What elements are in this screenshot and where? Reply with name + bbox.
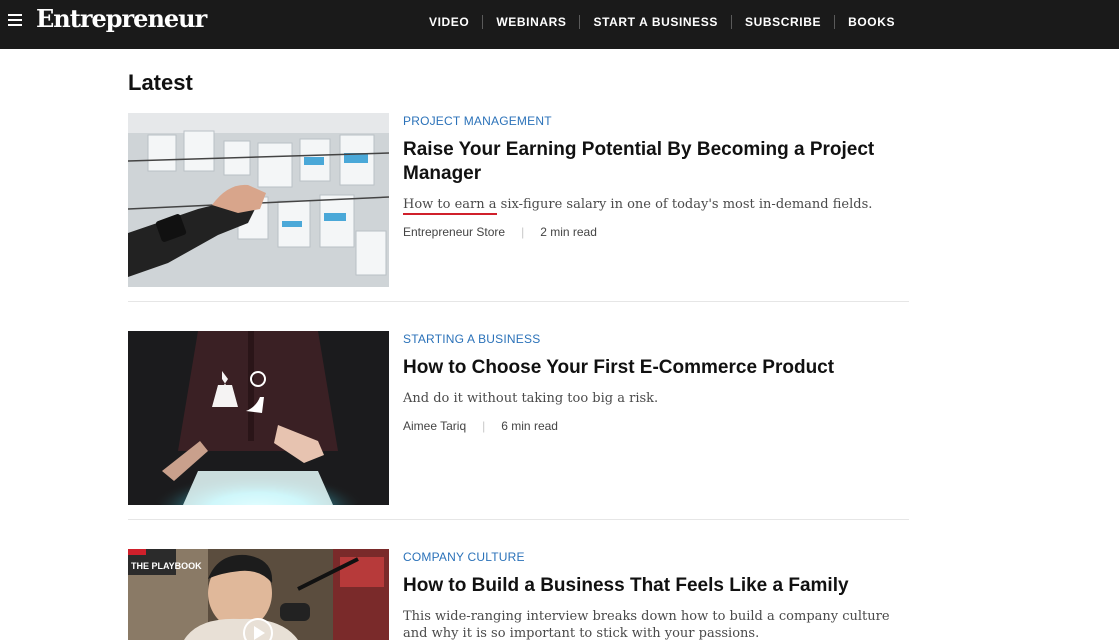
- article-meta: Entrepreneur Store | 2 min read: [403, 225, 909, 239]
- article-dek: This wide-ranging interview breaks down …: [403, 609, 890, 641]
- site-header: Entrepreneur VIDEO WEBINARS START A BUSI…: [0, 0, 1119, 49]
- article-divider: [128, 301, 909, 302]
- article-thumbnail[interactable]: THE PLAYBOOK: [128, 549, 389, 640]
- article-divider: [128, 519, 909, 520]
- nav-video[interactable]: VIDEO: [416, 15, 482, 29]
- article-dek: And do it without taking too big a risk.: [403, 391, 659, 406]
- article-author[interactable]: Entrepreneur Store: [403, 225, 505, 239]
- article-title[interactable]: How to Build a Business That Feels Like …: [403, 574, 909, 598]
- article-title[interactable]: How to Choose Your First E-Commerce Prod…: [403, 356, 909, 380]
- article-meta: Aimee Tariq | 6 min read: [403, 419, 909, 433]
- highlighted-text: How to earn a: [403, 197, 497, 215]
- article-author[interactable]: Aimee Tariq: [403, 419, 466, 433]
- nav-start-a-business[interactable]: START A BUSINESS: [579, 15, 731, 29]
- article-category[interactable]: COMPANY CULTURE: [403, 550, 909, 564]
- hamburger-menu-icon[interactable]: [8, 14, 22, 28]
- thumb-badge: THE PLAYBOOK: [131, 561, 202, 571]
- meta-separator: |: [521, 225, 525, 239]
- article-read-time: 2 min read: [540, 225, 597, 239]
- article-text: PROJECT MANAGEMENT Raise Your Earning Po…: [403, 113, 909, 239]
- main-nav: VIDEO WEBINARS START A BUSINESS SUBSCRIB…: [416, 0, 908, 44]
- nav-webinars[interactable]: WEBINARS: [482, 15, 579, 29]
- article-dek: How to earn a six-figure salary in one o…: [403, 196, 909, 215]
- article-category[interactable]: STARTING A BUSINESS: [403, 332, 909, 346]
- meta-separator: |: [482, 419, 486, 433]
- site-logo[interactable]: Entrepreneur: [36, 4, 207, 33]
- article-thumbnail[interactable]: [128, 113, 389, 287]
- article-read-time: 6 min read: [501, 419, 558, 433]
- article-thumbnail[interactable]: [128, 331, 389, 505]
- article-text: STARTING A BUSINESS How to Choose Your F…: [403, 331, 909, 433]
- article-dek-text: six-figure salary in one of today's most…: [496, 197, 873, 212]
- article-text: COMPANY CULTURE How to Build a Business …: [403, 549, 909, 642]
- section-title: Latest: [128, 70, 193, 95]
- article-title[interactable]: Raise Your Earning Potential By Becoming…: [403, 138, 909, 186]
- nav-books[interactable]: BOOKS: [834, 15, 908, 29]
- article-category[interactable]: PROJECT MANAGEMENT: [403, 114, 909, 128]
- nav-subscribe[interactable]: SUBSCRIBE: [730, 15, 834, 29]
